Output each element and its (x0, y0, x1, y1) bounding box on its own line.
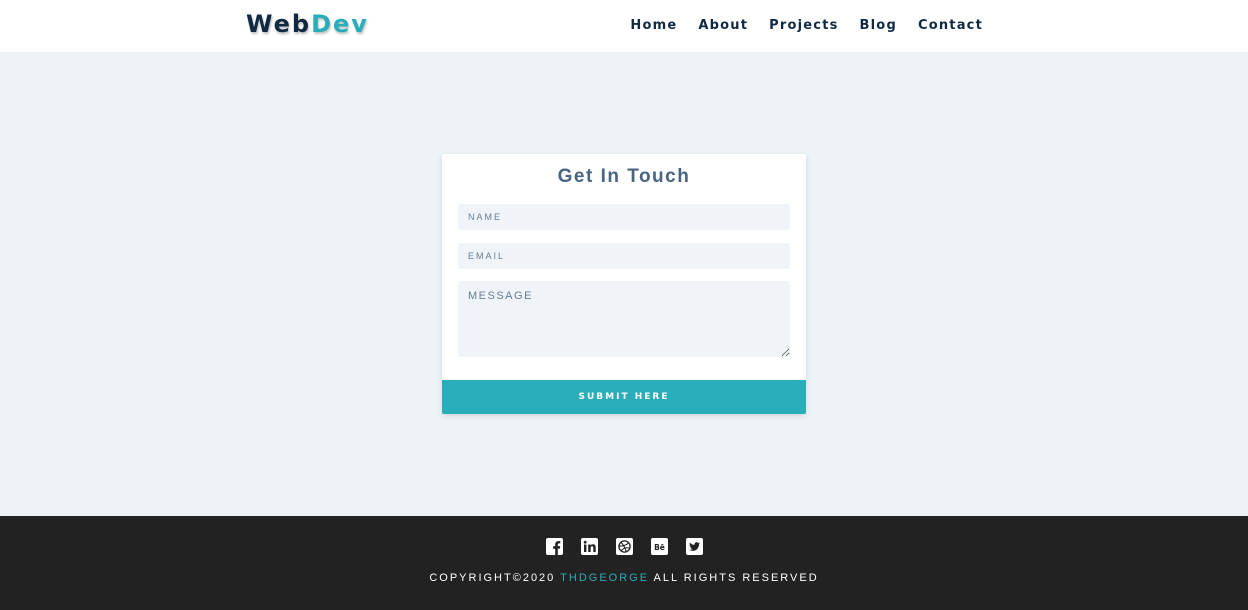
logo[interactable]: WebDev (246, 10, 369, 38)
facebook-icon[interactable] (545, 538, 563, 555)
nav-projects[interactable]: Projects (769, 18, 838, 33)
site-header: WebDev Home About Projects Blog Contact (0, 0, 1248, 52)
nav-contact[interactable]: Contact (918, 18, 983, 33)
linkedin-icon[interactable] (580, 538, 598, 555)
twitter-icon[interactable] (685, 538, 703, 555)
logo-dev: Dev (311, 10, 369, 38)
svg-text:Bē: Bē (654, 543, 665, 552)
message-textarea[interactable] (458, 281, 790, 357)
submit-button[interactable]: SUBMIT HERE (442, 380, 806, 414)
name-input[interactable] (458, 204, 790, 230)
logo-web: Web (246, 10, 312, 38)
nav-blog[interactable]: Blog (860, 18, 897, 33)
email-input[interactable] (458, 243, 790, 269)
contact-form: Get In Touch SUBMIT HERE (442, 154, 806, 414)
copyright-prefix: COPYRIGHT©2020 (429, 572, 556, 584)
copyright-suffix: ALL RIGHTS RESERVED (653, 572, 819, 584)
form-title: Get In Touch (557, 166, 691, 187)
site-footer: Bē COPYRIGHT©2020 THDGEORGE ALL RIGHTS R… (0, 516, 1248, 610)
behance-icon[interactable]: Bē (650, 538, 668, 555)
nav-home[interactable]: Home (630, 18, 677, 33)
social-links: Bē (0, 538, 1248, 555)
dribbble-icon[interactable] (615, 538, 633, 555)
nav-about[interactable]: About (698, 18, 748, 33)
author-link[interactable]: THDGEORGE (560, 572, 649, 584)
copyright-text: COPYRIGHT©2020 THDGEORGE ALL RIGHTS RESE… (0, 572, 1248, 584)
main-nav: Home About Projects Blog Contact (630, 18, 983, 33)
